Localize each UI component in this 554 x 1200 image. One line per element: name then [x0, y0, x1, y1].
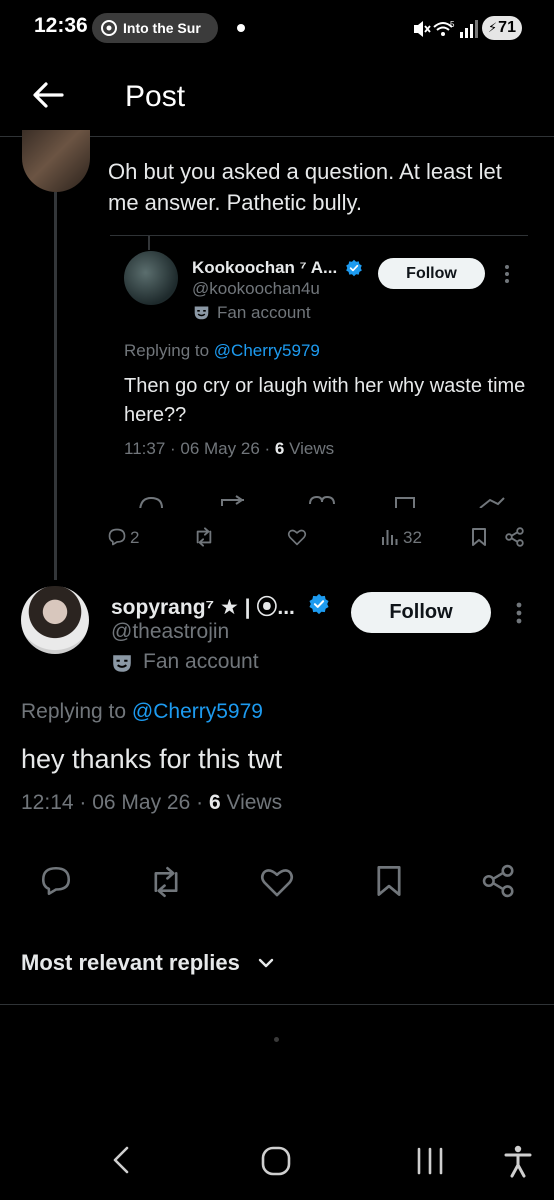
quoted-post-meta: 11:37 · 06 May 26 · 6 Views	[124, 439, 334, 459]
verified-badge-icon	[309, 593, 329, 615]
accessibility-icon[interactable]	[503, 1144, 533, 1178]
fan-account-mask-icon	[194, 306, 209, 320]
reply-views-label: Views	[220, 791, 283, 814]
signal-status-icons: 5	[414, 20, 478, 38]
quoted-more-options-icon[interactable]	[503, 263, 511, 285]
loading-indicator	[274, 1037, 279, 1042]
reply-author-handle[interactable]: @theastrojin	[111, 620, 229, 644]
parent-share-icon[interactable]	[505, 527, 525, 547]
nav-recents-icon[interactable]	[414, 1146, 446, 1176]
thread-connector-line	[54, 192, 57, 580]
reply-fan-account-label: Fan account	[143, 650, 259, 673]
battery-level: 71	[498, 19, 516, 36]
parent-bookmark-icon[interactable]	[471, 527, 487, 547]
status-time: 12:36	[34, 14, 88, 37]
replying-prefix: Replying to	[21, 700, 132, 723]
media-title: Into the Sur	[123, 20, 201, 36]
reply-mention-link[interactable]: @Cherry5979	[132, 700, 263, 723]
fan-account-mask-icon	[113, 655, 131, 672]
reply-icon[interactable]	[39, 864, 73, 898]
parent-like-icon[interactable]	[287, 528, 307, 546]
nav-back-icon[interactable]	[108, 1144, 134, 1176]
quoted-replying-to: Replying to @Cherry5979	[124, 341, 320, 361]
parent-post-text: Oh but you asked a question. At least le…	[108, 159, 502, 215]
reply-author-name[interactable]: sopyrang⁷ ★ | ⦿...	[111, 591, 295, 621]
quoted-follow-button[interactable]: Follow	[378, 258, 485, 289]
page-title: Post	[125, 80, 186, 113]
verified-badge-icon	[346, 259, 362, 277]
reply-more-options-icon[interactable]	[514, 601, 524, 625]
sort-divider	[0, 1004, 554, 1005]
quoted-post-text: Then go cry or laugh with her why waste …	[124, 375, 526, 426]
like-icon[interactable]	[259, 866, 295, 898]
parent-repost-icon[interactable]	[193, 527, 215, 547]
svg-text:5: 5	[450, 20, 455, 29]
replying-prefix: Replying to	[124, 341, 214, 360]
reply-replying-to: Replying to @Cherry5979	[21, 700, 263, 724]
reply-author-avatar[interactable]	[21, 586, 89, 654]
parent-author-avatar[interactable]	[22, 130, 90, 192]
chevron-down-icon[interactable]	[257, 956, 275, 970]
media-app-icon	[101, 20, 117, 36]
battery-indicator: ⚡ 71	[482, 16, 522, 40]
repost-icon[interactable]	[146, 866, 186, 898]
nav-home-icon[interactable]	[260, 1145, 292, 1177]
back-arrow-icon[interactable]	[30, 79, 66, 111]
reply-post-text: hey thanks for this twt	[21, 744, 283, 774]
notification-dot-icon	[237, 24, 245, 32]
quoted-fan-account-label: Fan account	[217, 303, 311, 322]
media-notification-pill[interactable]: Into the Sur	[92, 13, 218, 43]
quoted-author-name[interactable]: Kookoochan ⁷ A...	[192, 258, 337, 278]
reply-post-meta: 12:14 · 06 May 26 · 6 Views	[21, 791, 282, 815]
quoted-actions-clipped	[124, 494, 534, 508]
bookmark-icon[interactable]	[375, 864, 403, 898]
reply-timestamp: 12:14 · 06 May 26 ·	[21, 791, 209, 814]
reply-views-count: 6	[208, 791, 221, 814]
quoted-author-handle[interactable]: @kookoochan4u	[192, 279, 320, 299]
quoted-author-avatar[interactable]	[124, 251, 178, 305]
quoted-mention-link[interactable]: @Cherry5979	[214, 341, 320, 360]
reply-follow-button[interactable]: Follow	[351, 592, 491, 633]
parent-reply-count: 2	[130, 528, 140, 547]
quoted-views-label: Views	[284, 439, 335, 458]
quote-thread-line	[148, 236, 150, 250]
quoted-views-count: 6	[274, 439, 285, 458]
parent-views-count: 32	[403, 528, 422, 547]
quote-divider	[110, 235, 528, 236]
quoted-timestamp: 11:37 · 06 May 26 ·	[124, 439, 275, 458]
parent-views-icon[interactable]	[381, 528, 399, 546]
parent-reply-icon[interactable]	[107, 527, 127, 547]
replies-sort-label[interactable]: Most relevant replies	[21, 950, 240, 976]
share-icon[interactable]	[482, 864, 516, 898]
